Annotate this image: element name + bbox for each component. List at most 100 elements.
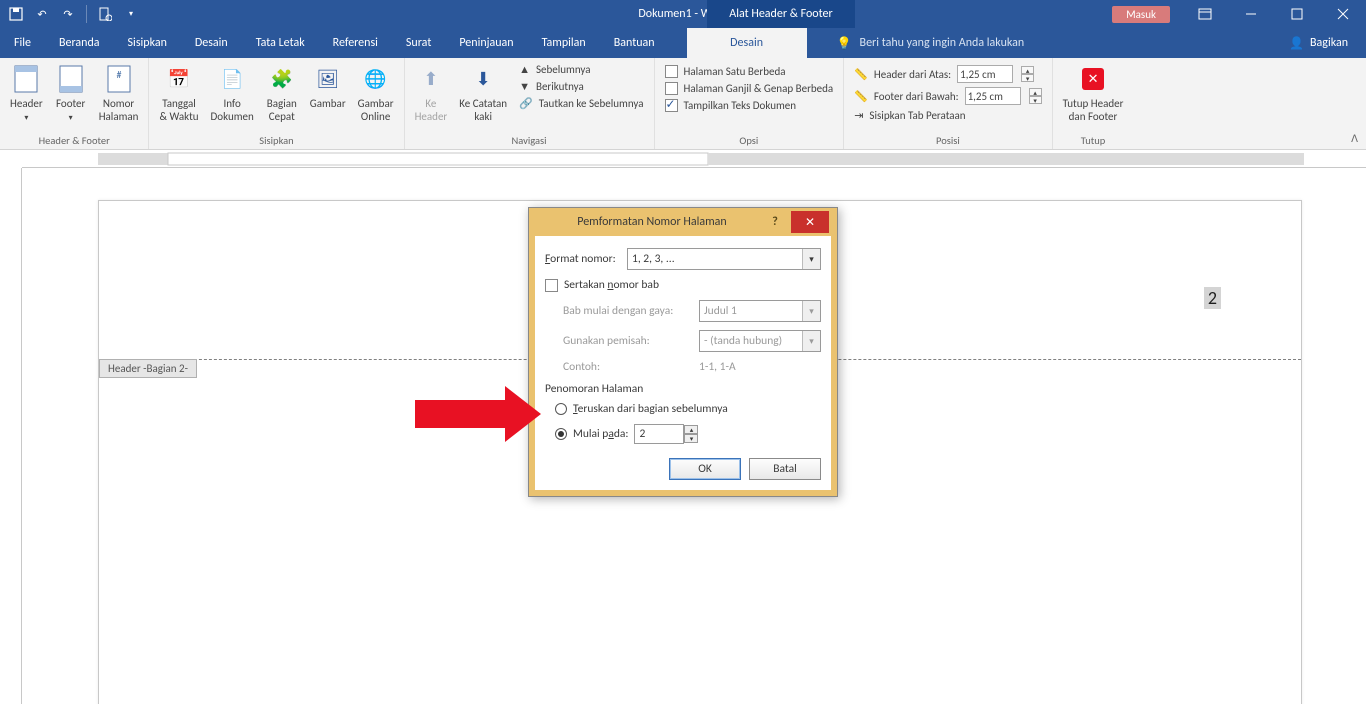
minimize-icon[interactable]: [1228, 0, 1274, 28]
redo-icon[interactable]: ↷: [60, 6, 76, 22]
insert-alignment-tab[interactable]: ⇥Sisipkan Tab Perataan: [852, 108, 1043, 123]
group-label: Header & Footer: [4, 133, 144, 149]
next-icon: ▼: [519, 80, 530, 93]
spin-down-icon[interactable]: ▾: [1029, 96, 1042, 104]
chevron-down-icon: ▾: [802, 301, 820, 321]
quick-access-toolbar: ↶ ↷ ▾: [0, 5, 139, 23]
tab-sisipkan[interactable]: Sisipkan: [114, 28, 181, 58]
checkbox-icon: [665, 99, 678, 112]
include-chapter-label: Sertakan nomor bab: [564, 278, 659, 292]
collapse-ribbon-icon[interactable]: ᐱ: [1343, 128, 1366, 149]
next-button[interactable]: ▼Berikutnya: [517, 79, 645, 94]
group-label: Posisi: [848, 133, 1047, 149]
tab-tata-letak[interactable]: Tata Letak: [242, 28, 319, 58]
group-sisipkan: 📅Tanggal & Waktu 📄Info Dokumen 🧩Bagian C…: [149, 58, 404, 149]
dialog-title: Pemformatan Nomor Halaman: [541, 215, 763, 229]
group-navigasi: ⬆Ke Header ⬇Ke Catatan kaki ▲Sebelumnya …: [405, 58, 655, 149]
qat-customize-icon[interactable]: ▾: [123, 6, 139, 22]
include-chapter-checkbox[interactable]: [545, 279, 558, 292]
example-label: Contoh:: [563, 360, 699, 374]
tab-peninjauan[interactable]: Peninjauan: [445, 28, 527, 58]
dialog-titlebar[interactable]: Pemformatan Nomor Halaman ? ✕: [529, 208, 837, 236]
date-time-button[interactable]: 📅Tanggal & Waktu: [153, 60, 204, 123]
header-button[interactable]: Header▾: [4, 60, 49, 125]
lightbulb-icon: 💡: [837, 36, 852, 51]
ruler-icon: 📏: [854, 90, 868, 103]
goto-header-button: ⬆Ke Header: [409, 60, 454, 123]
header-top-input[interactable]: 1,25 cm: [957, 65, 1013, 83]
tab-file[interactable]: File: [0, 28, 45, 58]
tab-desain[interactable]: Desain: [181, 28, 242, 58]
horizontal-ruler[interactable]: [22, 150, 1366, 168]
group-tutup: ✕Tutup Header dan Footer Tutup: [1053, 58, 1134, 149]
close-header-footer-button[interactable]: ✕Tutup Header dan Footer: [1057, 60, 1130, 123]
group-label: Opsi: [659, 133, 840, 149]
tab-icon: ⇥: [854, 109, 863, 122]
share-icon: 👤: [1289, 36, 1304, 51]
page-number-field[interactable]: 2: [1204, 287, 1221, 309]
title-bar: ↶ ↷ ▾ Dokumen1 - Word Alat Header & Foot…: [0, 0, 1366, 28]
spin-down-icon[interactable]: ▾: [684, 434, 698, 443]
spin-down-icon[interactable]: ▾: [1021, 74, 1034, 82]
group-label: Tutup: [1057, 133, 1130, 149]
chevron-down-icon: ▾: [802, 331, 820, 351]
checkbox-icon: [665, 82, 678, 95]
group-header-footer: Header▾ Footer▾ #Nomor Halaman Header & …: [0, 58, 149, 149]
ribbon-display-icon[interactable]: [1182, 0, 1228, 28]
close-icon[interactable]: [1320, 0, 1366, 28]
window-controls: Masuk: [1112, 0, 1366, 28]
chevron-down-icon[interactable]: ▾: [802, 249, 820, 269]
share-label: Bagikan: [1310, 36, 1348, 50]
link-icon: 🔗: [519, 97, 533, 110]
vertical-ruler[interactable]: [0, 168, 22, 704]
help-icon[interactable]: ?: [763, 215, 787, 229]
tell-me-label: Beri tahu yang ingin Anda lakukan: [860, 36, 1025, 50]
continue-label: Teruskan dari bagian sebelumnya: [573, 402, 728, 416]
cancel-button[interactable]: Batal: [749, 458, 821, 480]
page-number-format-dialog: Pemformatan Nomor Halaman ? ✕ FFormat no…: [528, 207, 838, 497]
format-number-label: FFormat nomor:ormat nomor:: [545, 252, 623, 266]
save-icon[interactable]: [8, 6, 24, 22]
format-number-combo[interactable]: 1, 2, 3, ...▾: [627, 248, 821, 270]
start-at-radio[interactable]: [555, 428, 567, 440]
print-preview-icon[interactable]: [97, 6, 113, 22]
tab-surat[interactable]: Surat: [392, 28, 445, 58]
continue-radio[interactable]: [555, 403, 567, 415]
maximize-icon[interactable]: [1274, 0, 1320, 28]
example-value: 1-1, 1-A: [699, 360, 736, 374]
menu-bar: File Beranda Sisipkan Desain Tata Letak …: [0, 28, 1366, 58]
undo-icon[interactable]: ↶: [34, 6, 50, 22]
goto-footer-button[interactable]: ⬇Ke Catatan kaki: [453, 60, 513, 123]
previous-button[interactable]: ▲Sebelumnya: [517, 62, 645, 77]
qat-separator: [86, 5, 87, 23]
picture-button[interactable]: 🖼Gambar: [304, 60, 352, 110]
link-previous-button[interactable]: 🔗Tautkan ke Sebelumnya: [517, 96, 645, 111]
show-doc-text-checkbox[interactable]: Tampilkan Teks Dokumen: [663, 98, 836, 113]
doc-info-button[interactable]: 📄Info Dokumen: [205, 60, 260, 123]
sign-in-button[interactable]: Masuk: [1112, 6, 1170, 23]
chapter-style-combo: Judul 1▾: [699, 300, 821, 322]
quick-parts-button[interactable]: 🧩Bagian Cepat: [260, 60, 304, 123]
diff-odd-even-checkbox[interactable]: Halaman Ganjil & Genap Berbeda: [663, 81, 836, 96]
chapter-start-label: Bab mulai dengan gaya:: [563, 304, 699, 318]
tell-me-search[interactable]: 💡 Beri tahu yang ingin Anda lakukan: [837, 28, 1025, 58]
footer-bottom-input[interactable]: 1,25 cm: [965, 87, 1021, 105]
online-picture-button[interactable]: 🌐Gambar Online: [352, 60, 400, 123]
page-number-button[interactable]: #Nomor Halaman: [93, 60, 145, 123]
svg-text:#: #: [116, 68, 121, 81]
diff-first-page-checkbox[interactable]: Halaman Satu Berbeda: [663, 64, 836, 79]
spin-up-icon[interactable]: ▴: [684, 425, 698, 434]
dialog-close-button[interactable]: ✕: [791, 211, 829, 233]
dialog-body: FFormat nomor:ormat nomor: 1, 2, 3, ...▾…: [529, 236, 837, 496]
ok-button[interactable]: OK: [669, 458, 741, 480]
tab-beranda[interactable]: Beranda: [45, 28, 114, 58]
tab-referensi[interactable]: Referensi: [319, 28, 392, 58]
start-at-label: Mulai pada:: [573, 427, 628, 441]
group-label: Sisipkan: [153, 133, 399, 149]
tab-tampilan[interactable]: Tampilan: [528, 28, 600, 58]
tab-bantuan[interactable]: Bantuan: [600, 28, 669, 58]
tab-hf-desain[interactable]: Desain: [687, 28, 807, 58]
start-at-input[interactable]: 2: [634, 424, 684, 444]
footer-button[interactable]: Footer▾: [49, 60, 93, 125]
share-button[interactable]: 👤 Bagikan: [1271, 28, 1366, 58]
